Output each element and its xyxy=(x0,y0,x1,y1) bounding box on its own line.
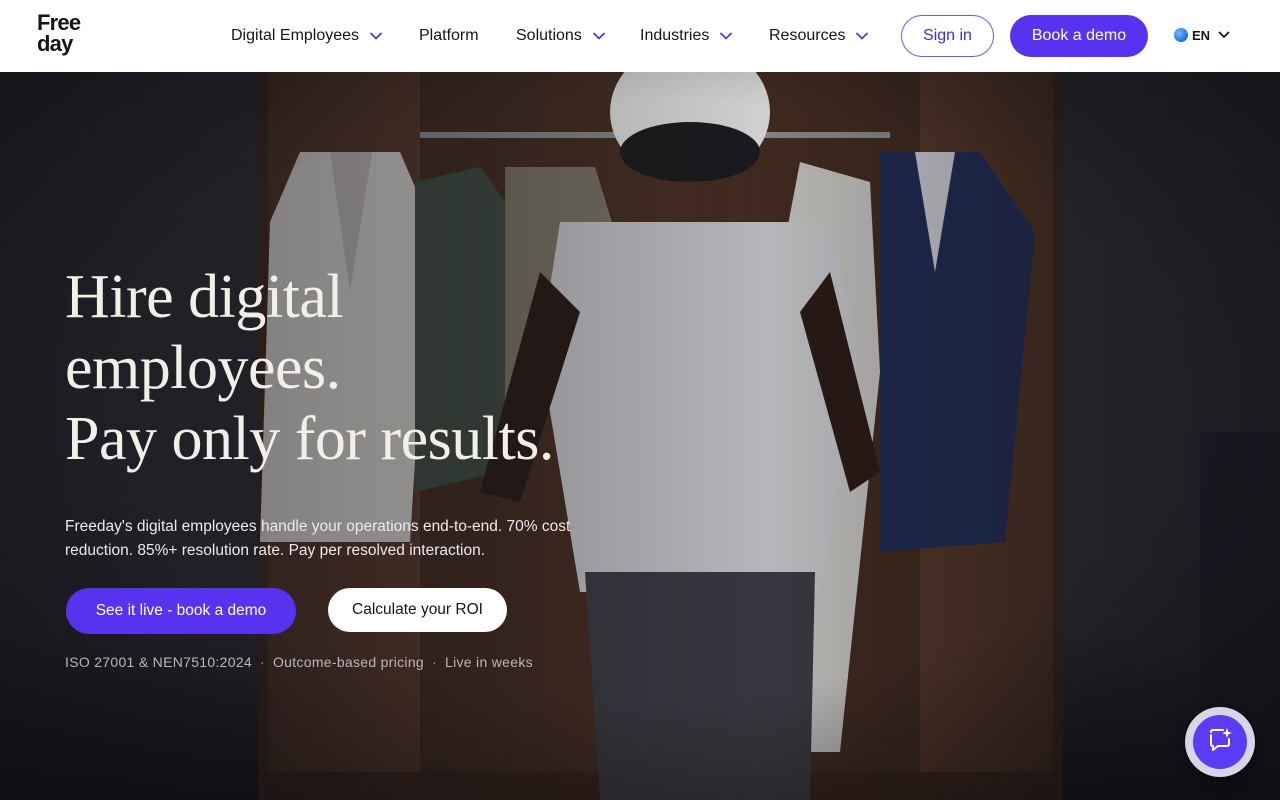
chat-launcher-inner xyxy=(1193,715,1247,769)
trust-item-live: Live in weeks xyxy=(444,654,533,670)
headline-line: Pay only for results. xyxy=(65,405,554,473)
hero-subtext: Freeday's digital employees handle your … xyxy=(65,518,571,559)
hero-headline: Hire digital employees. Pay only for res… xyxy=(65,262,685,475)
nav-item-platform[interactable]: Platform xyxy=(419,25,479,47)
nav-item-resources[interactable]: Resources xyxy=(769,25,869,47)
language-code: EN xyxy=(1192,27,1211,43)
nav-item-label: Digital Employees xyxy=(231,27,360,44)
book-demo-cta-button[interactable]: See it live - book a demo xyxy=(66,588,296,634)
chevron-down-icon xyxy=(720,32,733,40)
headline-line: employees. xyxy=(65,334,341,402)
nav-item-solutions[interactable]: Solutions xyxy=(516,25,605,47)
nav-item-industries[interactable]: Industries xyxy=(640,25,733,47)
logo-line-1: Free xyxy=(37,10,81,35)
separator: · xyxy=(260,654,265,670)
chevron-down-icon xyxy=(1218,31,1230,39)
nav-item-label: Platform xyxy=(419,27,479,44)
top-navigation: Free day Digital Employees Platform Solu… xyxy=(0,0,1280,72)
chevron-down-icon xyxy=(592,32,605,40)
chat-launcher-button[interactable] xyxy=(1185,707,1255,777)
trust-item-iso: ISO 27001 & NEN7510:2024 xyxy=(65,654,252,670)
nav-item-digital-employees[interactable]: Digital Employees xyxy=(231,25,382,47)
trust-indicators: ISO 27001 & NEN7510:2024 · Outcome-based… xyxy=(65,654,533,670)
headline-line: Hire digital xyxy=(65,263,344,331)
freeday-logo[interactable]: Free day xyxy=(37,12,97,60)
language-selector[interactable]: EN xyxy=(1174,26,1230,44)
sign-in-button[interactable]: Sign in xyxy=(901,15,994,57)
logo-line-2: day xyxy=(37,31,73,56)
separator: · xyxy=(432,654,437,670)
globe-icon xyxy=(1174,28,1188,42)
chevron-down-icon xyxy=(856,32,869,40)
chat-sparkle-icon xyxy=(1206,726,1234,759)
calculate-roi-button[interactable]: Calculate your ROI xyxy=(328,588,507,632)
nav-item-label: Resources xyxy=(769,27,846,44)
hero-section: Hire digital employees. Pay only for res… xyxy=(0,72,1280,800)
book-demo-button[interactable]: Book a demo xyxy=(1010,15,1148,57)
chevron-down-icon xyxy=(370,32,382,40)
nav-item-label: Solutions xyxy=(516,27,582,44)
nav-item-label: Industries xyxy=(640,27,710,44)
trust-item-pricing: Outcome-based pricing xyxy=(272,654,425,670)
